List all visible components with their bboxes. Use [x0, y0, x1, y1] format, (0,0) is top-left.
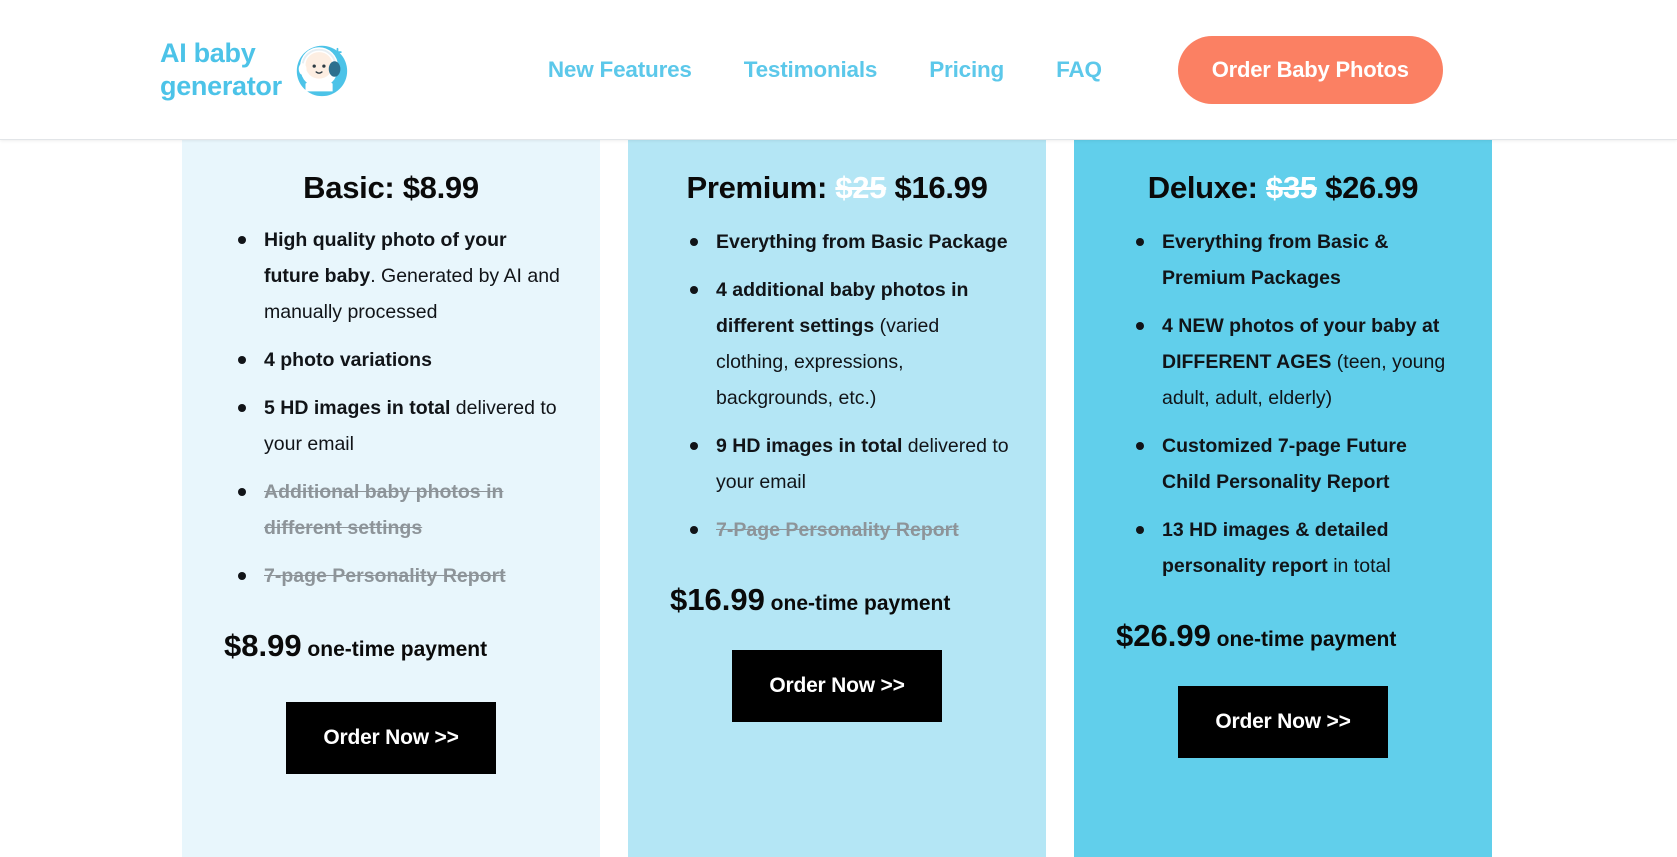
price-amount: $16.99	[670, 582, 765, 617]
order-baby-photos-button[interactable]: Order Baby Photos	[1177, 35, 1443, 104]
nav-item-faq[interactable]: FAQ	[1030, 57, 1128, 83]
feature-bold: Additional baby photos in different sett…	[264, 481, 504, 539]
feature-item: High quality photo of your future baby. …	[238, 222, 564, 330]
feature-bold: 5 HD images in total	[264, 397, 451, 419]
plan-name-basic: Basic:	[303, 170, 403, 205]
feature-item: 13 HD images & detailed personality repo…	[1136, 512, 1456, 584]
order-now-button-premium[interactable]: Order Now >>	[732, 650, 942, 722]
feature-bold: 4 photo variations	[264, 349, 432, 371]
plan-name-deluxe: Deluxe:	[1147, 170, 1266, 205]
feature-item: 4 photo variations	[238, 342, 564, 378]
price-line-premium: $16.99 one-time payment	[664, 582, 1010, 618]
feature-list-basic: High quality photo of your future baby. …	[218, 222, 564, 606]
order-now-button-basic[interactable]: Order Now >>	[286, 702, 496, 774]
order-now-button-deluxe[interactable]: Order Now >>	[1178, 686, 1388, 758]
feature-item: 4 additional baby photos in different se…	[690, 272, 1010, 416]
price-suffix: one-time payment	[764, 592, 951, 615]
plan-title-premium: Premium: $25 $16.99	[686, 170, 987, 206]
feature-item: 5 HD images in total delivered to your e…	[238, 390, 564, 462]
main-navigation: New Features Testimonials Pricing FAQ Or…	[522, 35, 1443, 104]
feature-bold: Everything from Basic & Premium Packages	[1162, 231, 1389, 289]
feature-item-disabled: 7-Page Personality Report	[690, 512, 1010, 548]
feature-list-premium: Everything from Basic Package 4 addition…	[664, 224, 1010, 560]
plan-price-premium: $16.99	[894, 170, 988, 205]
feature-bold: Everything from Basic Package	[716, 231, 1008, 253]
feature-item-disabled: Additional baby photos in different sett…	[238, 474, 564, 546]
plan-price-basic: $8.99	[402, 170, 479, 205]
site-header: AI baby generator New Features Testimonia…	[0, 0, 1677, 140]
price-line-basic: $8.99 one-time payment	[218, 628, 564, 664]
feature-item: Everything from Basic & Premium Packages	[1136, 224, 1456, 296]
pricing-card-premium: Premium: $25 $16.99 Everything from Basi…	[628, 140, 1046, 857]
pricing-section: Basic: $8.99 High quality photo of your …	[0, 140, 1677, 857]
feature-list-deluxe: Everything from Basic & Premium Packages…	[1110, 224, 1456, 596]
price-suffix: one-time payment	[1210, 628, 1397, 651]
feature-item: 4 NEW photos of your baby at DIFFERENT A…	[1136, 308, 1456, 416]
brand-logo-link[interactable]: AI baby generator	[160, 37, 352, 103]
feature-bold: 9 HD images in total	[716, 435, 903, 457]
nav-item-new-features[interactable]: New Features	[522, 57, 718, 83]
plan-title-basic: Basic: $8.99	[303, 170, 479, 206]
feature-bold: 7-page Personality Report	[264, 565, 506, 587]
plan-old-price-deluxe: $35	[1266, 170, 1317, 205]
plan-title-deluxe: Deluxe: $35 $26.99	[1147, 170, 1419, 206]
pricing-card-basic: Basic: $8.99 High quality photo of your …	[182, 140, 600, 857]
plan-name-premium: Premium:	[686, 170, 836, 205]
price-line-deluxe: $26.99 one-time payment	[1110, 618, 1456, 654]
feature-rest: in total	[1327, 555, 1391, 577]
price-suffix: one-time payment	[301, 638, 488, 661]
feature-bold: Customized 7-page Future Child Personali…	[1162, 435, 1407, 493]
price-amount: $8.99	[224, 628, 302, 663]
plan-price-deluxe: $26.99	[1325, 170, 1419, 205]
feature-bold: 7-Page Personality Report	[716, 519, 959, 541]
brand-line-1: AI baby	[160, 37, 256, 68]
baby-with-headphones-logo-icon	[290, 39, 352, 101]
brand-line-2: generator	[160, 70, 282, 101]
price-amount: $26.99	[1116, 618, 1211, 653]
plan-old-price-premium: $25	[835, 170, 887, 205]
feature-item: Everything from Basic Package	[690, 224, 1010, 260]
nav-item-pricing[interactable]: Pricing	[903, 57, 1030, 83]
feature-item: Customized 7-page Future Child Personali…	[1136, 428, 1456, 500]
nav-item-testimonials[interactable]: Testimonials	[718, 57, 903, 83]
pricing-card-deluxe: Deluxe: $35 $26.99 Everything from Basic…	[1074, 140, 1492, 857]
feature-item-disabled: 7-page Personality Report	[238, 558, 564, 594]
brand-name: AI baby generator	[160, 37, 282, 103]
feature-item: 9 HD images in total delivered to your e…	[690, 428, 1010, 500]
